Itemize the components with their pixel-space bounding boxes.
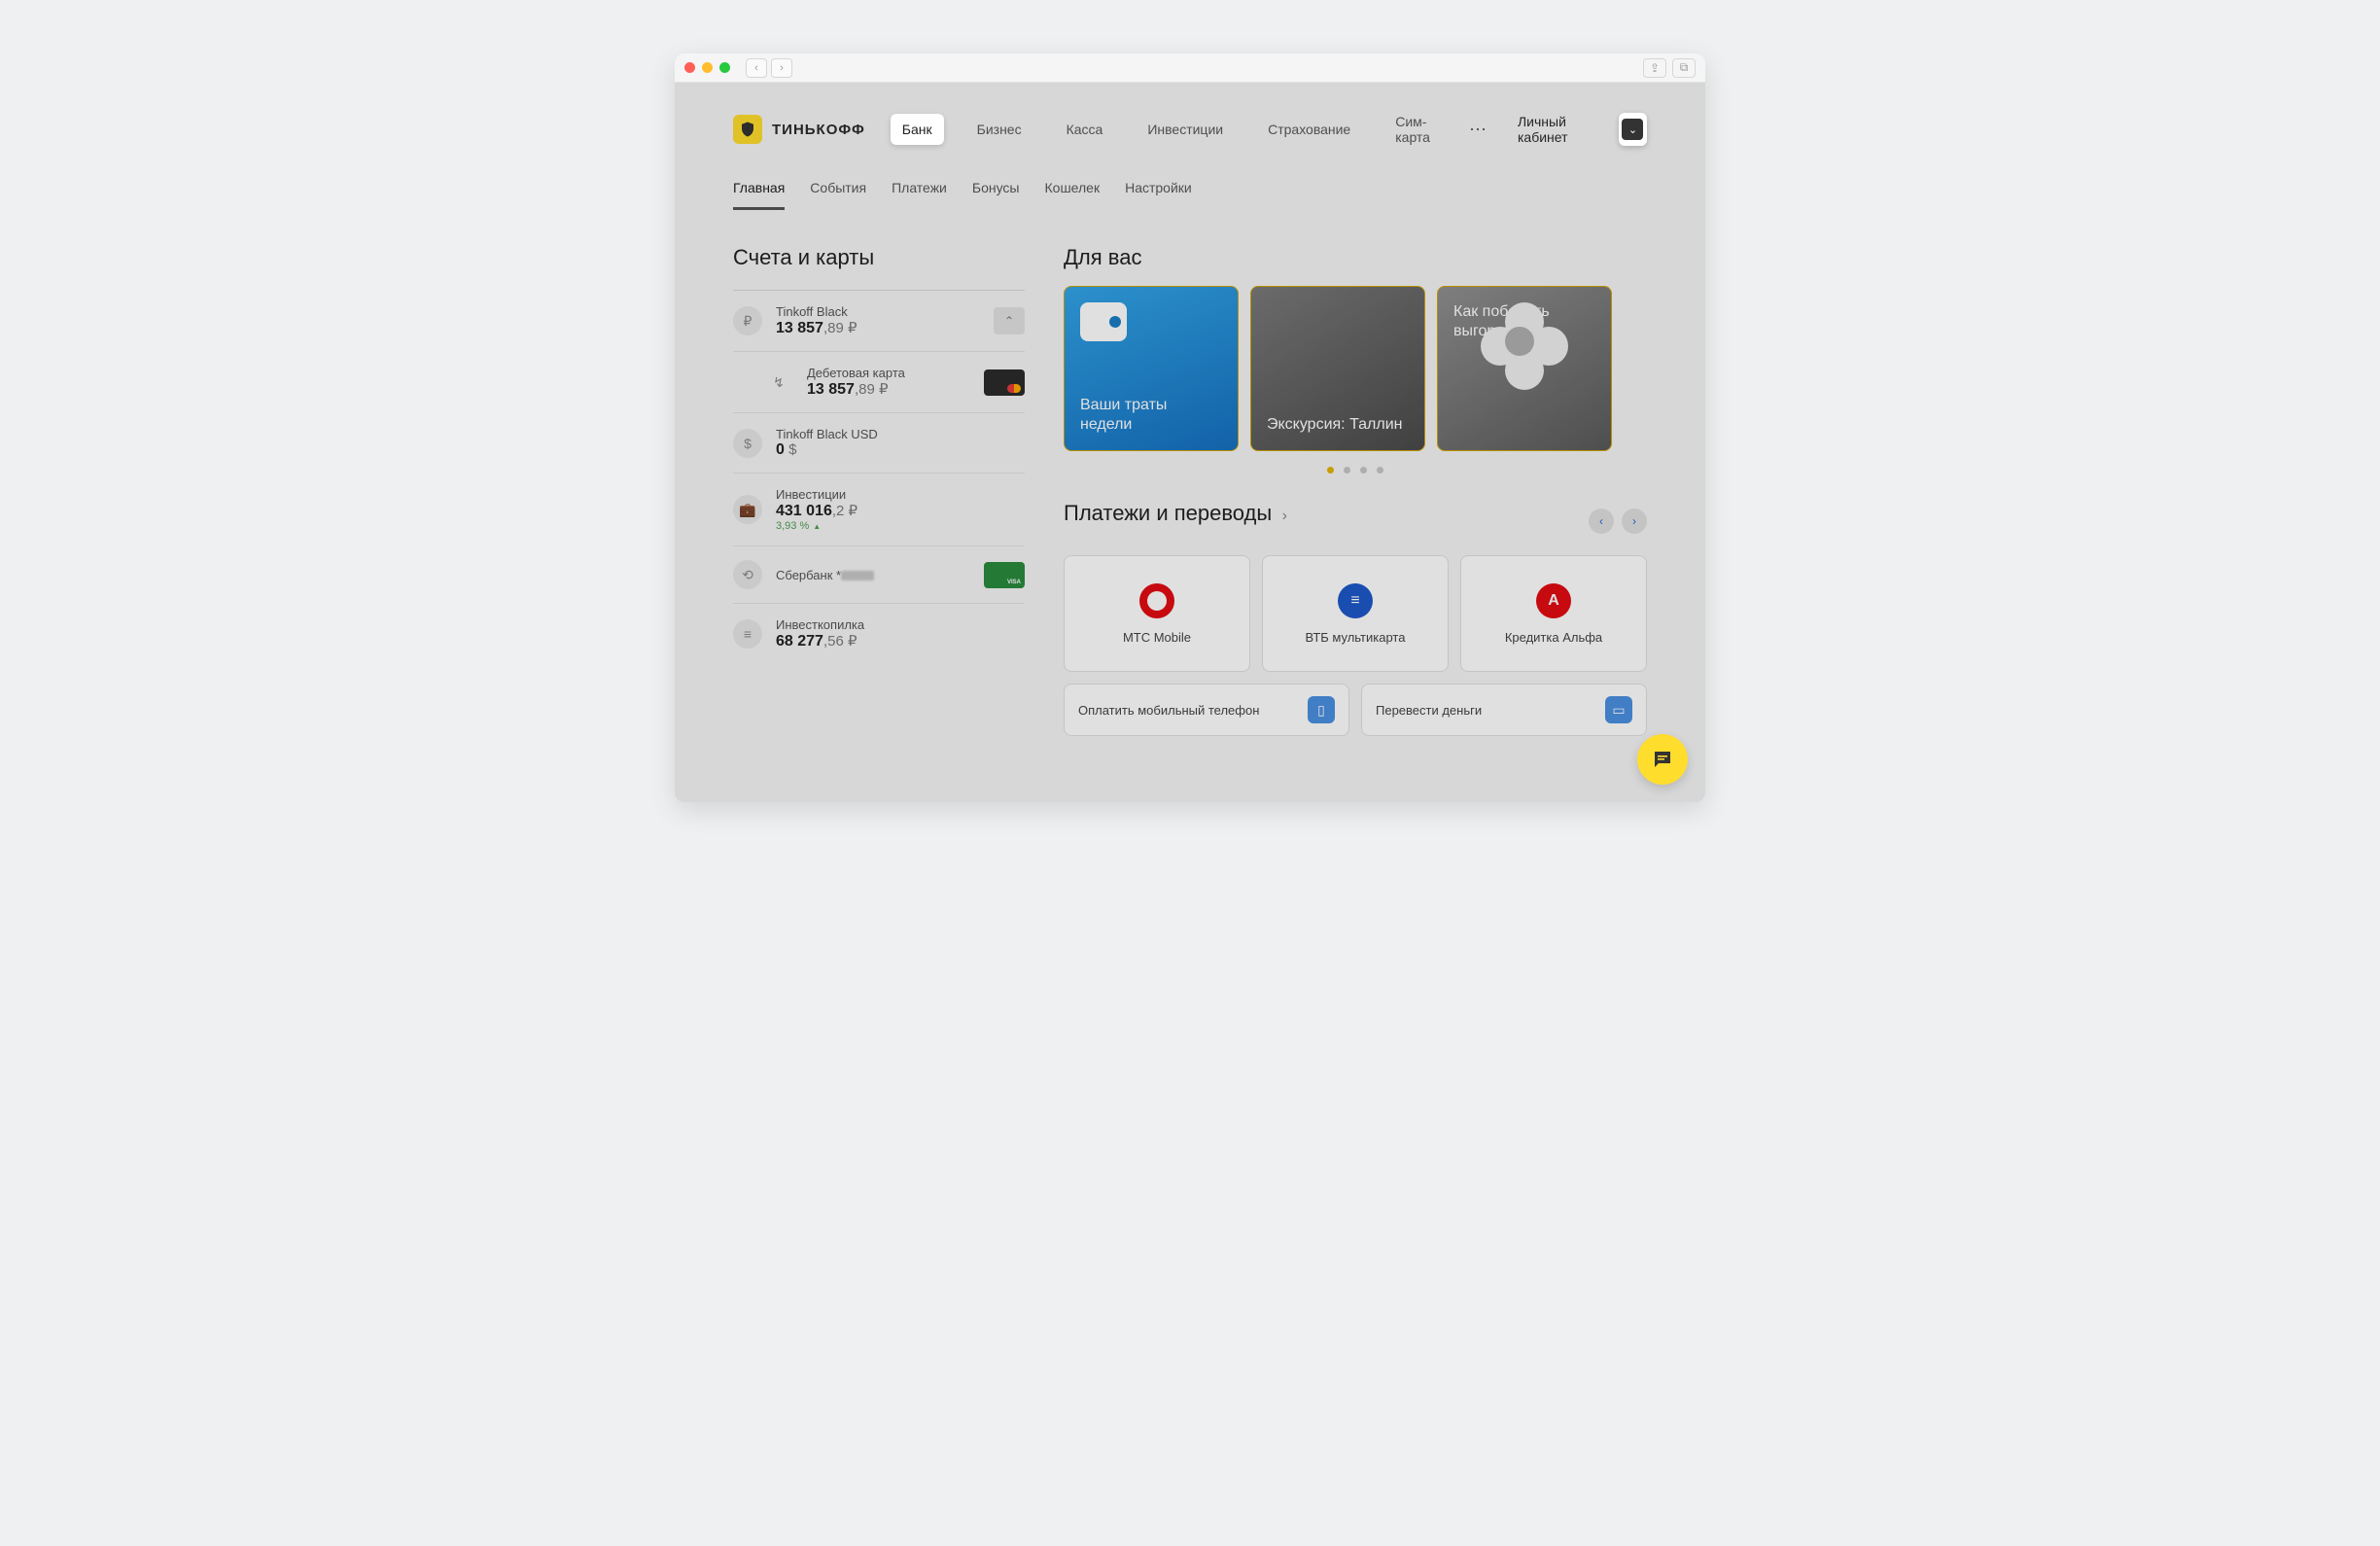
pager-dot[interactable] bbox=[1377, 467, 1383, 474]
pager-dot[interactable] bbox=[1344, 467, 1350, 474]
sidebar: Счета и карты ₽ Tinkoff Black 13 857,89 … bbox=[733, 245, 1025, 736]
account-balance: 68 277,56 ₽ bbox=[776, 632, 1025, 650]
topnav-kassa[interactable]: Касса bbox=[1055, 114, 1115, 145]
payments-title[interactable]: Платежи и переводы › bbox=[1064, 501, 1287, 526]
account-row[interactable]: ↯ Дебетовая карта 13 857,89 ₽ bbox=[733, 352, 1025, 413]
minimize-icon[interactable] bbox=[702, 62, 713, 73]
subnav-settings[interactable]: Настройки bbox=[1125, 180, 1192, 210]
payment-label: Кредитка Альфа bbox=[1505, 630, 1602, 645]
window-controls bbox=[684, 62, 730, 73]
account-balance: 13 857,89 ₽ bbox=[807, 380, 970, 399]
account-row[interactable]: $ Tinkoff Black USD 0 $ bbox=[733, 413, 1025, 474]
topnav-invest[interactable]: Инвестиции bbox=[1136, 114, 1235, 145]
account-dropdown-toggle[interactable]: ⌄ bbox=[1619, 113, 1647, 146]
briefcase-icon: 💼 bbox=[733, 495, 762, 524]
account-name: Tinkoff Black bbox=[776, 304, 980, 319]
top-nav: Банк Бизнес Касса Инвестиции Страхование… bbox=[891, 106, 1492, 153]
account-name: Инвестиции bbox=[776, 487, 1025, 502]
pager-dot[interactable] bbox=[1360, 467, 1367, 474]
card-thumbnail bbox=[984, 562, 1025, 588]
account-name: Дебетовая карта bbox=[807, 366, 970, 380]
more-icon[interactable]: ⋯ bbox=[1463, 120, 1492, 140]
action-tiles: Оплатить мобильный телефон ▯ Перевести д… bbox=[1064, 684, 1647, 736]
account-balance: 0 $ bbox=[776, 441, 1025, 459]
topnav-bank[interactable]: Банк bbox=[891, 114, 944, 145]
account-balance: 431 016,2 ₽ bbox=[776, 502, 1025, 520]
flower-icon bbox=[1481, 302, 1568, 390]
account-row[interactable]: ₽ Tinkoff Black 13 857,89 ₽ ⌃ bbox=[733, 291, 1025, 352]
action-label: Перевести деньги bbox=[1376, 703, 1605, 718]
account-balance: 13 857,89 ₽ bbox=[776, 319, 980, 337]
account-row[interactable]: 💼 Инвестиции 431 016,2 ₽ 3,93 %▲ bbox=[733, 474, 1025, 546]
subnav-payments[interactable]: Платежи bbox=[892, 180, 947, 210]
account-name: Инвесткопилка bbox=[776, 617, 1025, 632]
subnav-main[interactable]: Главная bbox=[733, 180, 785, 210]
ruble-icon: ₽ bbox=[733, 306, 762, 335]
topnav-insurance[interactable]: Страхование bbox=[1256, 114, 1362, 145]
payment-tile[interactable]: ≡ ВТБ мультикарта bbox=[1262, 555, 1449, 672]
collapse-button[interactable]: ⌃ bbox=[994, 307, 1025, 334]
back-button[interactable]: ‹ bbox=[746, 58, 767, 78]
wallet-icon bbox=[1080, 302, 1127, 341]
close-icon[interactable] bbox=[684, 62, 695, 73]
share-icon[interactable]: ⇪ bbox=[1643, 58, 1666, 78]
subnav-events[interactable]: События bbox=[810, 180, 866, 210]
subnav-wallet[interactable]: Кошелек bbox=[1045, 180, 1101, 210]
account-growth: 3,93 %▲ bbox=[776, 520, 1025, 532]
chevron-down-icon: ⌄ bbox=[1622, 119, 1643, 140]
pager-dot[interactable] bbox=[1327, 467, 1334, 474]
account-link[interactable]: Личный кабинет bbox=[1518, 114, 1605, 145]
foryou-carousel: Ваши траты недели Экскурсия: Таллин bbox=[1064, 286, 1647, 451]
card-icon: ▭ bbox=[1605, 696, 1632, 723]
topnav-sim[interactable]: Сим-карта bbox=[1383, 106, 1442, 153]
card-label: Экскурсия: Таллин bbox=[1267, 415, 1409, 435]
action-tile[interactable]: Оплатить мобильный телефон ▯ bbox=[1064, 684, 1349, 736]
foryou-card[interactable]: Ваши траты недели bbox=[1064, 286, 1239, 451]
phone-icon: ▯ bbox=[1308, 696, 1335, 723]
brand-name: ТИНЬКОФФ bbox=[772, 122, 865, 138]
action-label: Оплатить мобильный телефон bbox=[1078, 703, 1308, 718]
carousel-pager bbox=[1064, 467, 1647, 474]
chevron-right-icon: › bbox=[1278, 508, 1287, 524]
payment-label: МТС Mobile bbox=[1123, 630, 1191, 645]
account-name: Сбербанк * bbox=[776, 568, 970, 582]
subnav-bonuses[interactable]: Бонусы bbox=[972, 180, 1020, 210]
dollar-icon: $ bbox=[733, 429, 762, 458]
foryou-card[interactable]: Как победить выгорание bbox=[1437, 286, 1612, 451]
link-icon: ⟲ bbox=[733, 560, 762, 589]
browser-window: ‹ › ⇪ ⧉ ТИНЬКОФФ Банк Бизнес Касса bbox=[675, 53, 1705, 802]
account-row[interactable]: ≡ Инвесткопилка 68 277,56 ₽ bbox=[733, 604, 1025, 664]
piggy-icon: ≡ bbox=[733, 619, 762, 649]
sub-nav: Главная События Платежи Бонусы Кошелек Н… bbox=[733, 180, 1647, 210]
payment-tile[interactable]: МТС Mobile bbox=[1064, 555, 1250, 672]
account-name: Tinkoff Black USD bbox=[776, 427, 1025, 441]
chat-fab[interactable] bbox=[1637, 734, 1688, 785]
fullscreen-icon[interactable] bbox=[719, 62, 730, 73]
tabs-icon[interactable]: ⧉ bbox=[1672, 58, 1696, 78]
card-thumbnail bbox=[984, 369, 1025, 396]
forward-button[interactable]: › bbox=[771, 58, 792, 78]
action-tile[interactable]: Перевести деньги ▭ bbox=[1361, 684, 1647, 736]
scroll-right-button[interactable]: › bbox=[1622, 509, 1647, 534]
shield-icon bbox=[733, 115, 762, 144]
foryou-card[interactable]: Экскурсия: Таллин bbox=[1250, 286, 1425, 451]
card-label: Ваши траты недели bbox=[1080, 396, 1222, 435]
topnav-business[interactable]: Бизнес bbox=[965, 114, 1033, 145]
accounts-title: Счета и карты bbox=[733, 245, 1025, 270]
logo[interactable]: ТИНЬКОФФ bbox=[733, 115, 865, 144]
foryou-title: Для вас bbox=[1064, 245, 1647, 270]
titlebar: ‹ › ⇪ ⧉ bbox=[675, 53, 1705, 83]
page: ТИНЬКОФФ Банк Бизнес Касса Инвестиции Ст… bbox=[675, 83, 1705, 802]
card-icon: ↯ bbox=[764, 368, 793, 397]
header: ТИНЬКОФФ Банк Бизнес Касса Инвестиции Ст… bbox=[733, 106, 1647, 153]
payment-tiles: МТС Mobile ≡ ВТБ мультикарта A Кредитка … bbox=[1064, 555, 1647, 672]
payment-tile[interactable]: A Кредитка Альфа bbox=[1460, 555, 1647, 672]
payment-label: ВТБ мультикарта bbox=[1306, 630, 1406, 645]
scroll-left-button[interactable]: ‹ bbox=[1589, 509, 1614, 534]
account-row[interactable]: ⟲ Сбербанк * bbox=[733, 546, 1025, 604]
